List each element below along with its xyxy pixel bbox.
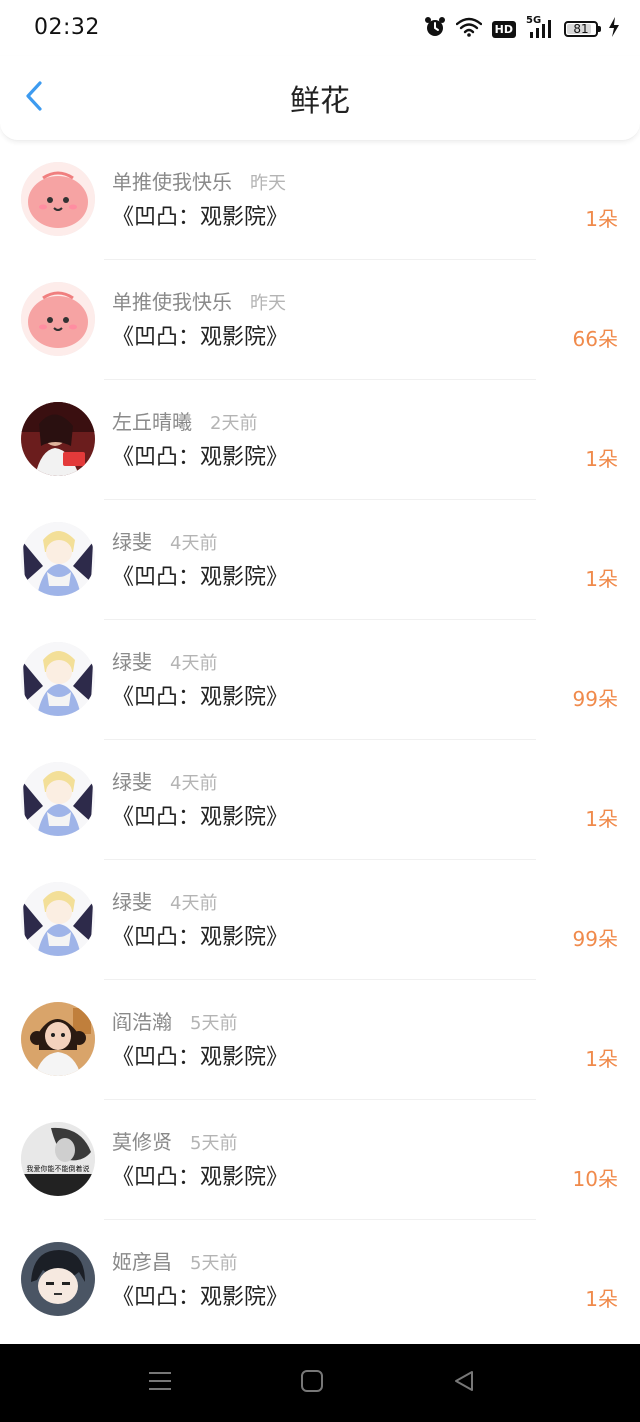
work-title: 《凹凸：观影院》	[112, 565, 289, 590]
flower-count: 1朵	[585, 567, 618, 591]
work-title: 《凹凸：观影院》	[112, 1165, 289, 1190]
time-ago: 5天前	[190, 1133, 238, 1154]
flower-count: 1朵	[585, 1287, 618, 1311]
time-ago: 4天前	[170, 533, 218, 554]
list-item[interactable]: 姬彦昌 5天前 《凹凸：观影院》 1朵	[0, 1220, 640, 1340]
list-item[interactable]: 绿斐 4天前 《凹凸：观影院》 1朵	[0, 740, 640, 860]
list-item[interactable]: 绿斐 4天前 《凹凸：观影院》 99朵	[0, 620, 640, 740]
username: 左丘晴曦 2天前	[112, 408, 257, 438]
user-name-text: 单推使我快乐	[112, 170, 232, 194]
time-ago: 4天前	[170, 653, 218, 674]
time-ago: 4天前	[170, 773, 218, 794]
work-title: 《凹凸：观影院》	[112, 445, 289, 470]
time-ago: 5天前	[190, 1013, 238, 1034]
photo-avatar[interactable]	[21, 402, 95, 476]
flower-count: 99朵	[572, 927, 618, 951]
system-nav-bar	[0, 1344, 640, 1422]
home-icon	[300, 1369, 324, 1397]
header: 鲜花	[0, 56, 640, 141]
back-triangle-icon	[452, 1369, 476, 1397]
user-name-text: 绿斐	[112, 890, 152, 914]
flower-count: 66朵	[572, 327, 618, 351]
home-button[interactable]	[292, 1368, 332, 1398]
battery-icon: 81	[564, 21, 601, 37]
status-icons: HD 5G 81	[424, 16, 620, 42]
status-bar: 02:32 HD 5G 81	[0, 0, 640, 56]
username: 莫修贤 5天前	[112, 1128, 237, 1158]
battery-level: 81	[573, 22, 589, 36]
anime-avatar[interactable]	[21, 882, 95, 956]
avatar-caption: 我爱你能不能倒着说	[26, 1165, 90, 1173]
work-title: 《凹凸：观影院》	[112, 1285, 289, 1310]
username: 单推使我快乐 昨天	[112, 168, 286, 198]
time-ago: 2天前	[210, 413, 258, 434]
alarm-icon	[424, 16, 446, 42]
anime-avatar[interactable]	[21, 642, 95, 716]
list-item[interactable]: 我爱你能不能倒着说 莫修贤 5天前 《凹凸：观影院》 10朵	[0, 1100, 640, 1220]
time-ago: 5天前	[190, 1253, 238, 1274]
flower-list: 单推使我快乐 昨天 《凹凸：观影院》 1朵 单推使我快乐 昨天 《凹凸：观影院》 6…	[0, 140, 640, 1340]
flower-count: 99朵	[572, 687, 618, 711]
anime-boy-avatar[interactable]	[21, 1242, 95, 1316]
username: 阎浩瀚 5天前	[112, 1008, 237, 1038]
signal-icon: 5G	[526, 16, 554, 40]
menu-icon	[148, 1370, 172, 1396]
time-ago: 昨天	[250, 293, 286, 314]
list-item[interactable]: 左丘晴曦 2天前 《凹凸：观影院》 1朵	[0, 380, 640, 500]
user-name-text: 单推使我快乐	[112, 290, 232, 314]
list-item[interactable]: 单推使我快乐 昨天 《凹凸：观影院》 1朵	[0, 140, 640, 260]
user-name-text: 左丘晴曦	[112, 410, 192, 434]
hd-badge: HD	[491, 20, 516, 38]
list-item[interactable]: 绿斐 4天前 《凹凸：观影院》 99朵	[0, 860, 640, 980]
time-ago: 4天前	[170, 893, 218, 914]
list-item[interactable]: 阎浩瀚 5天前 《凹凸：观影院》 1朵	[0, 980, 640, 1100]
username: 绿斐 4天前	[112, 888, 217, 918]
work-title: 《凹凸：观影院》	[112, 805, 289, 830]
flower-count: 1朵	[585, 207, 618, 231]
back-nav-button[interactable]	[444, 1368, 484, 1398]
username: 姬彦昌 5天前	[112, 1248, 237, 1278]
girl-photo-avatar[interactable]	[21, 1002, 95, 1076]
bw-photo-avatar[interactable]: 我爱你能不能倒着说	[21, 1122, 95, 1196]
work-title: 《凹凸：观影院》	[112, 205, 289, 230]
username: 绿斐 4天前	[112, 528, 217, 558]
pink-blob-avatar[interactable]	[21, 162, 95, 236]
user-name-text: 莫修贤	[112, 1130, 172, 1154]
username: 绿斐 4天前	[112, 768, 217, 798]
list-item[interactable]: 绿斐 4天前 《凹凸：观影院》 1朵	[0, 500, 640, 620]
flower-count: 1朵	[585, 447, 618, 471]
user-name-text: 阎浩瀚	[112, 1010, 172, 1034]
pink-blob-avatar[interactable]	[21, 282, 95, 356]
page-title: 鲜花	[290, 84, 350, 119]
flower-count: 1朵	[585, 807, 618, 831]
wifi-icon	[455, 17, 482, 41]
time-ago: 昨天	[250, 173, 286, 194]
work-title: 《凹凸：观影院》	[112, 325, 289, 350]
flower-count: 10朵	[572, 1167, 618, 1191]
status-time: 02:32	[34, 15, 100, 40]
list-item[interactable]: 单推使我快乐 昨天 《凹凸：观影院》 66朵	[0, 260, 640, 380]
user-name-text: 绿斐	[112, 770, 152, 794]
anime-avatar[interactable]	[21, 762, 95, 836]
username: 绿斐 4天前	[112, 648, 217, 678]
anime-avatar[interactable]	[21, 522, 95, 596]
user-name-text: 绿斐	[112, 650, 152, 674]
menu-button[interactable]	[140, 1368, 180, 1398]
charging-icon	[608, 17, 620, 41]
work-title: 《凹凸：观影院》	[112, 685, 289, 710]
work-title: 《凹凸：观影院》	[112, 925, 289, 950]
username: 单推使我快乐 昨天	[112, 288, 286, 318]
work-title: 《凹凸：观影院》	[112, 1045, 289, 1070]
user-name-text: 绿斐	[112, 530, 152, 554]
flower-count: 1朵	[585, 1047, 618, 1071]
user-name-text: 姬彦昌	[112, 1250, 172, 1274]
